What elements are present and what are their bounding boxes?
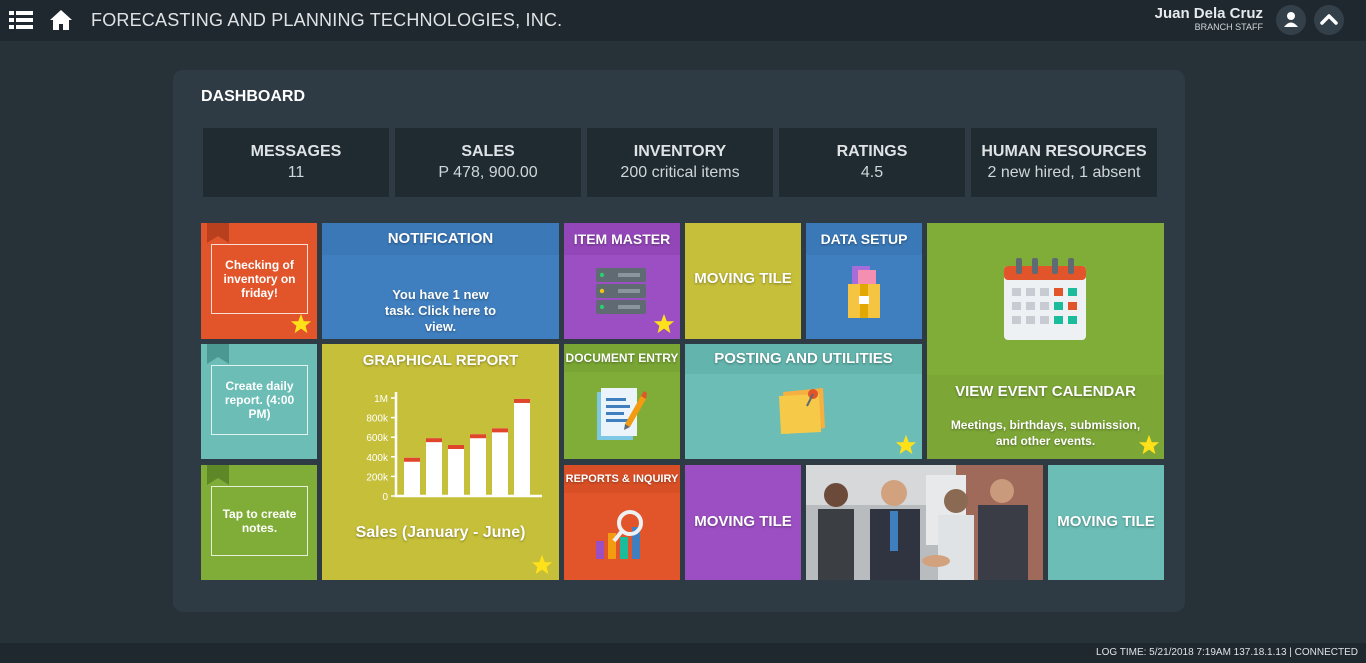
chart-bar [514, 398, 530, 495]
company-name: FORECASTING AND PLANNING TECHNOLOGIES, I… [91, 10, 563, 30]
chevron-up-icon [1320, 14, 1338, 25]
chart-bar [470, 434, 486, 495]
dashboard-title: DASHBOARD [201, 88, 305, 105]
tile-title: MOVING TILE [694, 513, 792, 530]
chart-bar-cap [470, 434, 486, 439]
collapse-button[interactable] [1314, 5, 1344, 35]
chart-bar-cap [448, 445, 464, 450]
stat-human-resources[interactable]: HUMAN RESOURCES 2 new hired, 1 absent [971, 128, 1157, 197]
posting-utilities-tile[interactable]: POSTING AND UTILITIES [685, 344, 922, 459]
stat-value: 2 new hired, 1 absent [987, 164, 1141, 181]
bookmark-icon [207, 465, 229, 485]
stat-inventory[interactable]: INVENTORY 200 critical items [587, 128, 773, 197]
chart-bar [448, 445, 464, 495]
calendar-text: Meetings, birthdays, submission, and oth… [950, 418, 1141, 448]
stat-value: 4.5 [860, 164, 884, 181]
calendar-icon [1004, 258, 1086, 340]
stat-value: P 478, 900.00 [438, 164, 538, 181]
reports-inquiry-tile[interactable]: REPORTS & INQUIRY [564, 465, 680, 580]
stat-label: HUMAN RESOURCES [981, 143, 1147, 160]
tile-title: MOVING TILE [1057, 513, 1155, 530]
stat-messages[interactable]: MESSAGES 11 [203, 128, 389, 197]
tile-title: VIEW EVENT CALENDAR [955, 383, 1136, 400]
top-bar: FORECASTING AND PLANNING TECHNOLOGIES, I… [0, 0, 1366, 41]
note-text: Tap to create notes. [211, 486, 308, 556]
stat-label: MESSAGES [250, 143, 342, 160]
tile-title: MOVING TILE [694, 270, 792, 287]
tile-title: DATA SETUP [806, 223, 922, 255]
profile-button[interactable] [1276, 5, 1306, 35]
notification-tile[interactable]: NOTIFICATION You have 1 new task. Click … [322, 223, 559, 339]
tile-title: DOCUMENT ENTRY [564, 344, 680, 372]
event-calendar-tile[interactable]: VIEW EVENT CALENDAR Meetings, birthdays,… [927, 223, 1164, 459]
y-tick-label: 400k [366, 453, 389, 464]
stat-label: RATINGS [836, 143, 908, 160]
user-role: BRANCH STAFF [1194, 22, 1263, 32]
document-pen-icon [597, 388, 647, 440]
bookmark-icon [207, 344, 229, 364]
chart-bar [492, 428, 508, 495]
note-text: Checking of inventory on friday! [211, 244, 308, 314]
chart-bar-cap [514, 398, 530, 403]
chart-bar-cap [426, 438, 442, 443]
sticky-note-icon [779, 388, 825, 434]
home-icon[interactable] [49, 9, 73, 31]
moving-tile[interactable]: MOVING TILE [685, 223, 801, 339]
photo-tile[interactable] [806, 465, 1043, 580]
star-icon[interactable] [1138, 434, 1160, 456]
data-setup-tile[interactable]: DATA SETUP [806, 223, 922, 339]
note-tile-create[interactable]: Tap to create notes. [201, 465, 317, 580]
moving-tile[interactable]: MOVING TILE [685, 465, 801, 580]
stat-value: 200 critical items [620, 164, 740, 181]
note-text: Create daily report. (4:00 PM) [211, 365, 308, 435]
analytics-search-icon [596, 510, 643, 559]
note-tile-report[interactable]: Create daily report. (4:00 PM) [201, 344, 317, 459]
chart-bar [404, 457, 420, 495]
item-master-tile[interactable]: ITEM MASTER [564, 223, 680, 339]
chart-bar [426, 438, 442, 495]
note-tile-inventory[interactable]: Checking of inventory on friday! [201, 223, 317, 339]
stat-value: 11 [287, 164, 305, 181]
chart-bar-cap [492, 428, 508, 433]
y-tick-label: 1M [374, 394, 388, 405]
stat-label: SALES [461, 143, 515, 160]
business-people-image [806, 465, 1043, 580]
star-icon[interactable] [531, 554, 553, 576]
star-icon[interactable] [290, 313, 312, 335]
stat-label: INVENTORY [633, 143, 727, 160]
moving-tile[interactable]: MOVING TILE [1048, 465, 1164, 580]
y-tick-label: 800k [366, 414, 389, 425]
star-icon[interactable] [653, 313, 675, 335]
server-icon [596, 268, 646, 314]
user-icon [1284, 12, 1298, 27]
y-tick-label: 200k [366, 472, 389, 483]
sales-chart: 1M 800k 600k 400k 200k 0 [366, 392, 542, 503]
notification-text: You have 1 new task. Click here to view. [384, 287, 497, 334]
archive-icon [848, 266, 880, 318]
stat-sales[interactable]: SALES P 478, 900.00 [395, 128, 581, 197]
status-bar: LOG TIME: 5/21/2018 7:19AM 137.18.1.13 |… [0, 643, 1366, 663]
tile-title: POSTING AND UTILITIES [685, 344, 922, 374]
tile-title: REPORTS & INQUIRY [564, 465, 680, 493]
tile-title: GRAPHICAL REPORT [362, 352, 519, 369]
chart-caption: Sales (January - June) [355, 524, 526, 541]
tile-title: ITEM MASTER [564, 223, 680, 255]
stat-ratings[interactable]: RATINGS 4.5 [779, 128, 965, 197]
graphical-report-tile[interactable]: GRAPHICAL REPORT 1M 800k 600k 400k 200k 0 Sal… [322, 344, 559, 580]
chart-bar-cap [404, 457, 420, 462]
y-tick-label: 600k [366, 433, 389, 444]
star-icon[interactable] [895, 434, 917, 456]
user-name: Juan Dela Cruz [1154, 5, 1263, 22]
document-entry-tile[interactable]: DOCUMENT ENTRY [564, 344, 680, 459]
user-info: Juan Dela Cruz BRANCH STAFF [1155, 5, 1263, 33]
tile-title: NOTIFICATION [322, 223, 559, 255]
bookmark-icon [207, 223, 229, 243]
menu-icon[interactable] [9, 10, 33, 30]
y-tick-label: 0 [382, 492, 388, 503]
